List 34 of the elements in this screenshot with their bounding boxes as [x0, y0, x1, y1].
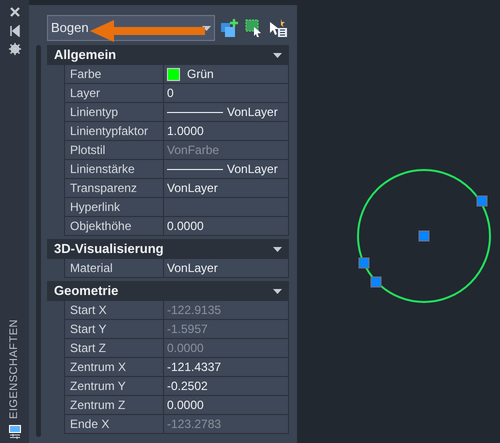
property-label: Layer	[64, 84, 164, 102]
property-label: Start X	[64, 301, 164, 319]
panel-title: EIGENSCHAFTEN	[7, 318, 22, 419]
property-value[interactable]: 0	[167, 84, 174, 102]
properties-icon[interactable]	[8, 425, 20, 439]
property-label: Linientyp	[64, 103, 164, 121]
section-header[interactable]: Allgemein	[47, 45, 289, 65]
section-header[interactable]: Geometrie	[47, 281, 289, 301]
property-label: Linientypfaktor	[64, 122, 164, 140]
add-selection-icon[interactable]	[221, 19, 239, 37]
property-label: Start Y	[64, 320, 164, 338]
grip-handle[interactable]	[370, 276, 382, 288]
property-label: Farbe	[64, 65, 164, 83]
grip-handle[interactable]	[358, 258, 370, 268]
select-objects-icon[interactable]	[245, 19, 263, 37]
property-label: Ende X	[64, 415, 164, 433]
property-label: Hyperlink	[64, 198, 164, 216]
property-label: Start Z	[64, 339, 164, 357]
grip-handle[interactable]	[476, 196, 488, 206]
property-label: Zentrum Y	[64, 377, 164, 395]
section-header[interactable]: 3D-Visualisierung	[47, 239, 289, 259]
property-label: Material	[64, 259, 164, 277]
line-sample	[167, 168, 223, 170]
property-label: Plotstil	[64, 141, 164, 159]
settings-icon[interactable]	[8, 43, 20, 55]
scrollbar[interactable]	[36, 45, 40, 437]
grip-handle[interactable]	[418, 230, 430, 242]
close-icon[interactable]	[8, 6, 20, 18]
property-label: Zentrum X	[64, 358, 164, 376]
property-label: Linienstärke	[64, 160, 164, 178]
property-label: Objekthöhe	[64, 217, 164, 235]
property-label: Transparenz	[64, 179, 164, 197]
quick-select-icon[interactable]	[269, 19, 287, 37]
property-label: Zentrum Z	[64, 396, 164, 414]
